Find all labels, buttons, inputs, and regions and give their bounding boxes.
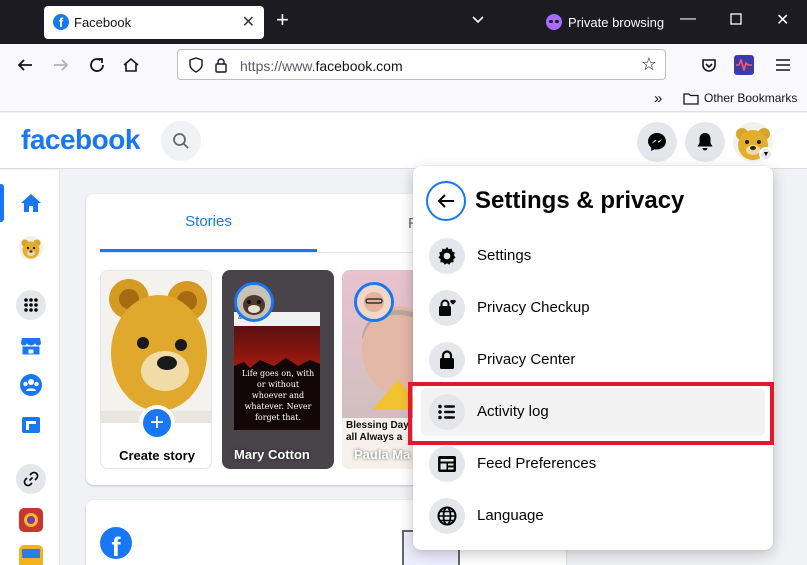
bookmark-star-icon[interactable]: ☆ [641,54,657,75]
story-card-mary-cotton[interactable]: & Sayings Life goes on, with or without … [222,270,334,469]
menu-hamburger-icon[interactable] [772,54,794,76]
menu-item-label: Settings [477,247,532,264]
facebook-favicon-icon: f [53,14,69,30]
story-author-name: Paula Ma [354,447,411,462]
candy-game-icon[interactable] [18,507,44,533]
gear-icon [429,238,465,274]
other-bookmarks[interactable]: Other Bookmarks [683,91,797,105]
create-story-image [101,271,211,423]
story-avatar [354,282,394,322]
add-story-plus-icon[interactable]: + [139,405,175,441]
menu-item-feed-preferences[interactable]: Feed Preferences [421,440,765,488]
back-arrow-icon [437,194,454,208]
facebook-page-avatar-icon[interactable]: f [100,527,132,559]
url-bar[interactable]: https://www.facebook.com ☆ [177,49,666,80]
link-icon[interactable] [16,464,46,494]
story-avatar [234,282,274,322]
private-browsing-indicator: Private browsing [546,14,664,30]
lock-icon [429,342,465,378]
account-caret-icon[interactable]: ▼ [759,147,773,161]
lock-heart-icon [429,290,465,326]
private-mask-icon [546,14,562,30]
bell-icon [697,133,713,151]
menu-item-privacy-center[interactable]: Privacy Center [421,336,765,384]
back-button[interactable] [426,181,466,221]
story-quote-image: & Sayings Life goes on, with or without … [234,312,320,430]
window-close-icon[interactable]: ✕ [776,10,789,30]
messenger-icon [648,133,666,151]
story-overlay-text: Blessing Day all Always a [346,420,409,443]
close-tab-icon[interactable]: ✕ [242,12,255,32]
rail-active-indicator [0,184,4,222]
extension-icon[interactable] [734,55,754,75]
menu-item-label: Privacy Center [477,351,576,368]
browser-tab[interactable]: f Facebook ✕ [44,6,264,39]
menu-title: Settings & privacy [475,187,685,214]
url-text: https://www.facebook.com [240,58,403,74]
menu-item-privacy-checkup[interactable]: Privacy Checkup [421,284,765,332]
tracking-shield-icon[interactable] [188,57,204,73]
forward-arrow-icon[interactable] [50,54,72,76]
minimize-icon[interactable]: — [680,10,696,28]
menu-item-label: Language [477,507,544,524]
menu-item-label: Privacy Checkup [477,299,590,316]
gaming-icon[interactable] [18,412,44,438]
home-nav-icon[interactable] [18,190,44,216]
notifications-button[interactable] [685,122,725,162]
home-icon[interactable] [120,54,142,76]
facebook-header: facebook ▼ [0,113,807,169]
activity-log-highlight-box [408,382,774,445]
settings-privacy-menu: Settings & privacy Settings Privacy Chec… [413,166,773,550]
left-rail [0,170,60,565]
reload-icon[interactable] [86,54,108,76]
messenger-button[interactable] [637,122,677,162]
menu-item-language[interactable]: Language [421,492,765,540]
profile-nav-icon[interactable] [18,235,44,261]
back-arrow-icon[interactable] [14,54,36,76]
story-author-name: Mary Cotton [234,447,310,462]
other-bookmarks-label: Other Bookmarks [704,91,798,105]
facebook-logo[interactable]: facebook [21,124,140,156]
words-game-icon[interactable] [18,544,44,565]
menu-grid-icon[interactable] [16,290,46,320]
browser-titlebar: f Facebook ✕ + Private browsing — ✕ [0,0,807,44]
feed-icon [429,446,465,482]
story-quote-text: Life goes on, with or without whoever an… [241,369,315,422]
tab-title: Facebook [74,15,132,30]
tab-stories[interactable]: Stories [100,213,317,230]
maximize-icon[interactable] [730,12,742,30]
lock-icon[interactable] [214,57,228,73]
search-button[interactable] [161,121,201,161]
bookmarks-bar: » Other Bookmarks [0,86,807,112]
pocket-icon[interactable] [698,54,720,76]
groups-icon[interactable] [18,372,44,398]
create-story-card[interactable]: + Create story [100,270,212,469]
menu-item-label: Feed Preferences [477,455,597,472]
private-browsing-label: Private browsing [568,14,665,30]
folder-icon [683,92,699,105]
new-tab-icon[interactable]: + [276,9,289,31]
search-icon [173,133,189,149]
menu-item-settings[interactable]: Settings [421,232,765,280]
tab-list-chevron-icon[interactable] [470,11,486,27]
globe-icon [429,498,465,534]
bookmarks-overflow-icon[interactable]: » [654,90,662,107]
create-story-label: Create story [119,448,195,463]
marketplace-icon[interactable] [18,332,44,358]
